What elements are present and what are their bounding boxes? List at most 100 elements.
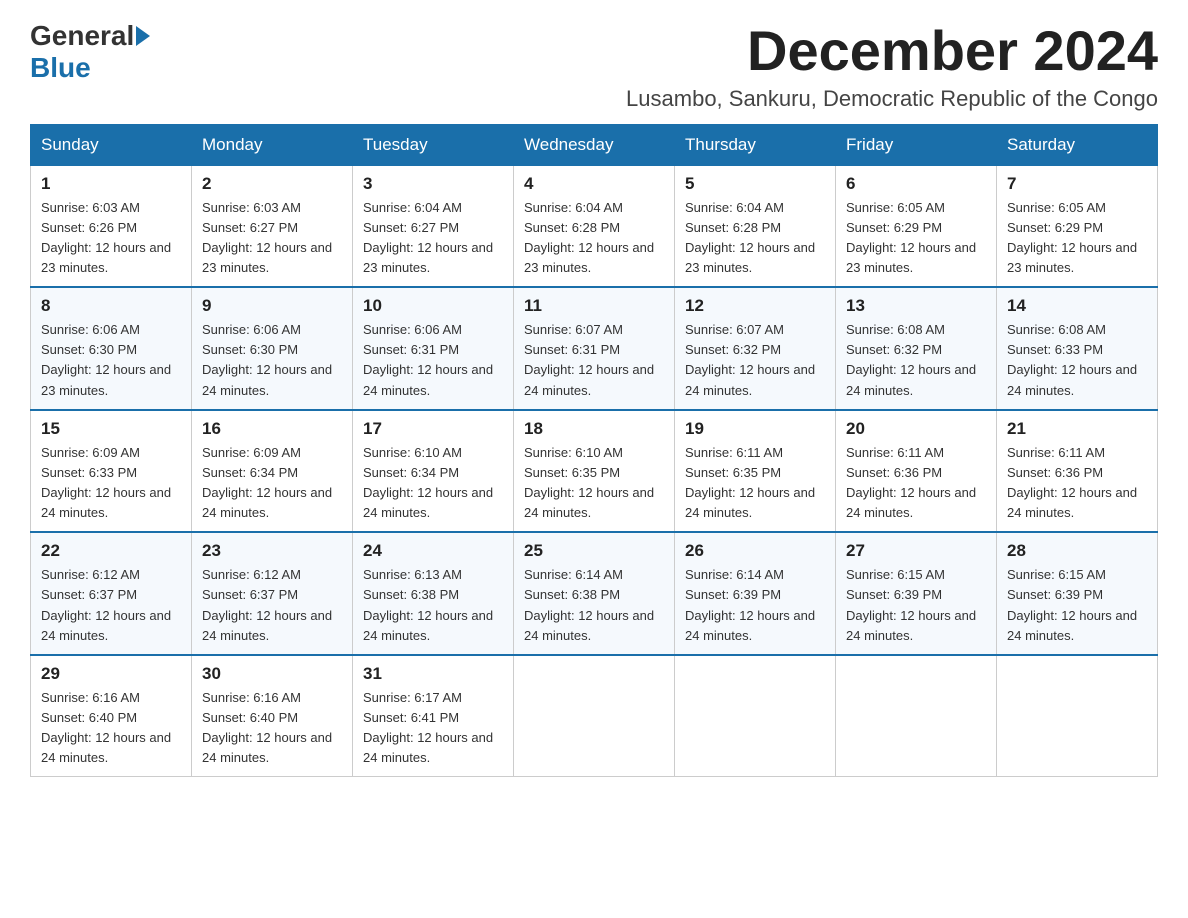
table-row — [514, 655, 675, 777]
table-row: 8 Sunrise: 6:06 AM Sunset: 6:30 PM Dayli… — [31, 287, 192, 410]
day-number: 31 — [363, 664, 503, 684]
day-info: Sunrise: 6:03 AM Sunset: 6:26 PM Dayligh… — [41, 198, 181, 279]
day-number: 1 — [41, 174, 181, 194]
day-number: 2 — [202, 174, 342, 194]
table-row: 25 Sunrise: 6:14 AM Sunset: 6:38 PM Dayl… — [514, 532, 675, 655]
day-info: Sunrise: 6:06 AM Sunset: 6:31 PM Dayligh… — [363, 320, 503, 401]
day-info: Sunrise: 6:13 AM Sunset: 6:38 PM Dayligh… — [363, 565, 503, 646]
day-info: Sunrise: 6:11 AM Sunset: 6:35 PM Dayligh… — [685, 443, 825, 524]
day-number: 4 — [524, 174, 664, 194]
day-info: Sunrise: 6:11 AM Sunset: 6:36 PM Dayligh… — [846, 443, 986, 524]
day-number: 30 — [202, 664, 342, 684]
day-info: Sunrise: 6:06 AM Sunset: 6:30 PM Dayligh… — [202, 320, 342, 401]
table-row: 2 Sunrise: 6:03 AM Sunset: 6:27 PM Dayli… — [192, 165, 353, 287]
table-row: 21 Sunrise: 6:11 AM Sunset: 6:36 PM Dayl… — [997, 410, 1158, 533]
day-info: Sunrise: 6:08 AM Sunset: 6:33 PM Dayligh… — [1007, 320, 1147, 401]
table-row: 22 Sunrise: 6:12 AM Sunset: 6:37 PM Dayl… — [31, 532, 192, 655]
day-number: 11 — [524, 296, 664, 316]
table-row: 14 Sunrise: 6:08 AM Sunset: 6:33 PM Dayl… — [997, 287, 1158, 410]
day-number: 9 — [202, 296, 342, 316]
calendar-table: Sunday Monday Tuesday Wednesday Thursday… — [30, 124, 1158, 778]
table-row: 27 Sunrise: 6:15 AM Sunset: 6:39 PM Dayl… — [836, 532, 997, 655]
day-number: 16 — [202, 419, 342, 439]
day-number: 26 — [685, 541, 825, 561]
table-row: 29 Sunrise: 6:16 AM Sunset: 6:40 PM Dayl… — [31, 655, 192, 777]
logo: General Blue — [30, 20, 150, 84]
calendar-week-row: 15 Sunrise: 6:09 AM Sunset: 6:33 PM Dayl… — [31, 410, 1158, 533]
day-number: 13 — [846, 296, 986, 316]
calendar-week-row: 22 Sunrise: 6:12 AM Sunset: 6:37 PM Dayl… — [31, 532, 1158, 655]
table-row: 31 Sunrise: 6:17 AM Sunset: 6:41 PM Dayl… — [353, 655, 514, 777]
day-number: 7 — [1007, 174, 1147, 194]
calendar-week-row: 29 Sunrise: 6:16 AM Sunset: 6:40 PM Dayl… — [31, 655, 1158, 777]
day-info: Sunrise: 6:16 AM Sunset: 6:40 PM Dayligh… — [202, 688, 342, 769]
table-row: 18 Sunrise: 6:10 AM Sunset: 6:35 PM Dayl… — [514, 410, 675, 533]
day-number: 10 — [363, 296, 503, 316]
header-tuesday: Tuesday — [353, 124, 514, 165]
day-info: Sunrise: 6:07 AM Sunset: 6:32 PM Dayligh… — [685, 320, 825, 401]
day-info: Sunrise: 6:11 AM Sunset: 6:36 PM Dayligh… — [1007, 443, 1147, 524]
logo-blue-text: Blue — [30, 52, 91, 84]
table-row: 23 Sunrise: 6:12 AM Sunset: 6:37 PM Dayl… — [192, 532, 353, 655]
table-row — [675, 655, 836, 777]
table-row — [997, 655, 1158, 777]
calendar-week-row: 1 Sunrise: 6:03 AM Sunset: 6:26 PM Dayli… — [31, 165, 1158, 287]
table-row: 19 Sunrise: 6:11 AM Sunset: 6:35 PM Dayl… — [675, 410, 836, 533]
table-row: 11 Sunrise: 6:07 AM Sunset: 6:31 PM Dayl… — [514, 287, 675, 410]
table-row: 24 Sunrise: 6:13 AM Sunset: 6:38 PM Dayl… — [353, 532, 514, 655]
day-number: 12 — [685, 296, 825, 316]
day-info: Sunrise: 6:10 AM Sunset: 6:34 PM Dayligh… — [363, 443, 503, 524]
table-row: 3 Sunrise: 6:04 AM Sunset: 6:27 PM Dayli… — [353, 165, 514, 287]
table-row: 30 Sunrise: 6:16 AM Sunset: 6:40 PM Dayl… — [192, 655, 353, 777]
day-number: 24 — [363, 541, 503, 561]
day-number: 5 — [685, 174, 825, 194]
logo-blue-part — [134, 26, 150, 46]
day-number: 18 — [524, 419, 664, 439]
day-number: 27 — [846, 541, 986, 561]
header-friday: Friday — [836, 124, 997, 165]
day-info: Sunrise: 6:15 AM Sunset: 6:39 PM Dayligh… — [1007, 565, 1147, 646]
table-row: 28 Sunrise: 6:15 AM Sunset: 6:39 PM Dayl… — [997, 532, 1158, 655]
table-row: 10 Sunrise: 6:06 AM Sunset: 6:31 PM Dayl… — [353, 287, 514, 410]
title-section: December 2024 Lusambo, Sankuru, Democrat… — [626, 20, 1158, 112]
table-row: 16 Sunrise: 6:09 AM Sunset: 6:34 PM Dayl… — [192, 410, 353, 533]
header-monday: Monday — [192, 124, 353, 165]
day-number: 23 — [202, 541, 342, 561]
table-row: 7 Sunrise: 6:05 AM Sunset: 6:29 PM Dayli… — [997, 165, 1158, 287]
logo-general-text: General — [30, 20, 134, 52]
day-info: Sunrise: 6:06 AM Sunset: 6:30 PM Dayligh… — [41, 320, 181, 401]
day-info: Sunrise: 6:07 AM Sunset: 6:31 PM Dayligh… — [524, 320, 664, 401]
day-info: Sunrise: 6:04 AM Sunset: 6:27 PM Dayligh… — [363, 198, 503, 279]
day-info: Sunrise: 6:10 AM Sunset: 6:35 PM Dayligh… — [524, 443, 664, 524]
day-info: Sunrise: 6:08 AM Sunset: 6:32 PM Dayligh… — [846, 320, 986, 401]
day-info: Sunrise: 6:12 AM Sunset: 6:37 PM Dayligh… — [41, 565, 181, 646]
header-sunday: Sunday — [31, 124, 192, 165]
month-title: December 2024 — [626, 20, 1158, 82]
day-info: Sunrise: 6:05 AM Sunset: 6:29 PM Dayligh… — [1007, 198, 1147, 279]
table-row: 4 Sunrise: 6:04 AM Sunset: 6:28 PM Dayli… — [514, 165, 675, 287]
day-number: 28 — [1007, 541, 1147, 561]
day-info: Sunrise: 6:04 AM Sunset: 6:28 PM Dayligh… — [685, 198, 825, 279]
calendar-week-row: 8 Sunrise: 6:06 AM Sunset: 6:30 PM Dayli… — [31, 287, 1158, 410]
day-info: Sunrise: 6:14 AM Sunset: 6:38 PM Dayligh… — [524, 565, 664, 646]
day-number: 19 — [685, 419, 825, 439]
location-title: Lusambo, Sankuru, Democratic Republic of… — [626, 86, 1158, 112]
page-header: General Blue December 2024 Lusambo, Sank… — [30, 20, 1158, 112]
table-row — [836, 655, 997, 777]
table-row: 13 Sunrise: 6:08 AM Sunset: 6:32 PM Dayl… — [836, 287, 997, 410]
table-row: 9 Sunrise: 6:06 AM Sunset: 6:30 PM Dayli… — [192, 287, 353, 410]
table-row: 26 Sunrise: 6:14 AM Sunset: 6:39 PM Dayl… — [675, 532, 836, 655]
table-row: 12 Sunrise: 6:07 AM Sunset: 6:32 PM Dayl… — [675, 287, 836, 410]
day-number: 15 — [41, 419, 181, 439]
table-row: 20 Sunrise: 6:11 AM Sunset: 6:36 PM Dayl… — [836, 410, 997, 533]
day-number: 3 — [363, 174, 503, 194]
day-number: 21 — [1007, 419, 1147, 439]
day-info: Sunrise: 6:12 AM Sunset: 6:37 PM Dayligh… — [202, 565, 342, 646]
header-saturday: Saturday — [997, 124, 1158, 165]
table-row: 15 Sunrise: 6:09 AM Sunset: 6:33 PM Dayl… — [31, 410, 192, 533]
day-number: 22 — [41, 541, 181, 561]
day-info: Sunrise: 6:04 AM Sunset: 6:28 PM Dayligh… — [524, 198, 664, 279]
day-info: Sunrise: 6:03 AM Sunset: 6:27 PM Dayligh… — [202, 198, 342, 279]
table-row: 6 Sunrise: 6:05 AM Sunset: 6:29 PM Dayli… — [836, 165, 997, 287]
day-number: 17 — [363, 419, 503, 439]
